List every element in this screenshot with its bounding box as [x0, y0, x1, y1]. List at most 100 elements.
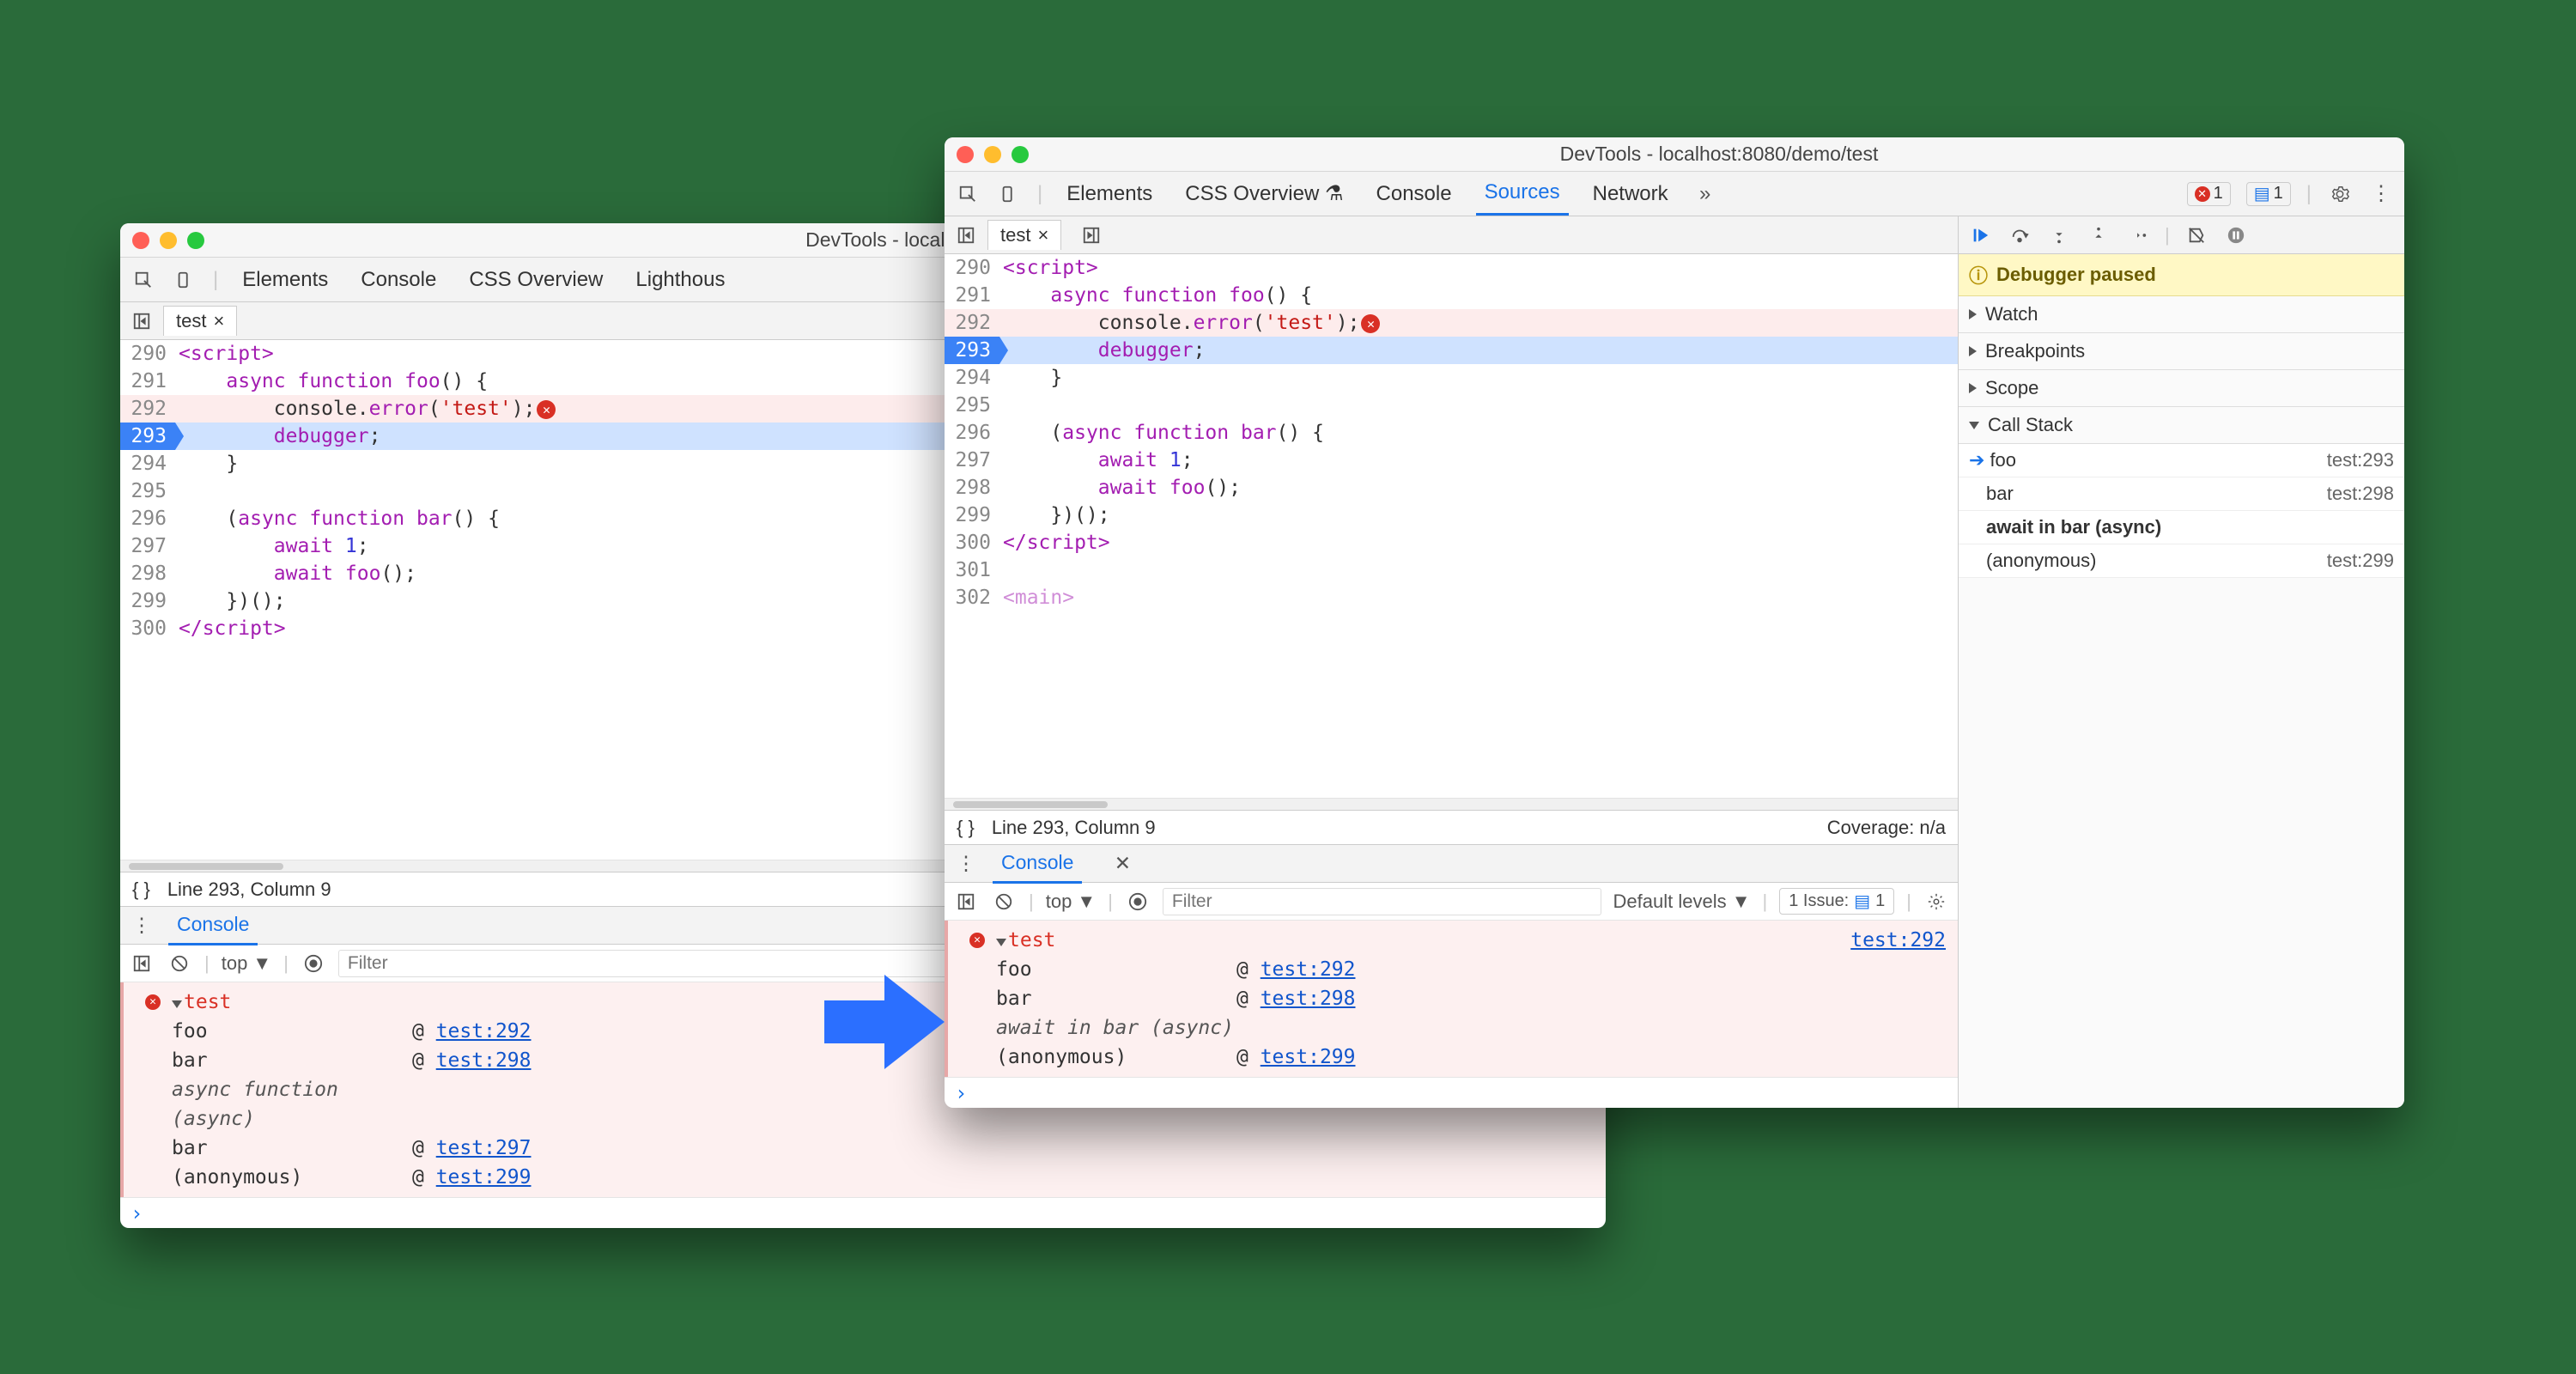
stack-frame-link[interactable]: test:292: [1261, 958, 1356, 981]
code-line[interactable]: 295: [945, 392, 1958, 419]
clear-console-icon[interactable]: [991, 889, 1017, 915]
stack-frame-row[interactable]: foo@ test:292: [958, 955, 1958, 984]
debugger-toggle-icon[interactable]: [1078, 222, 1104, 248]
tab-sources[interactable]: Sources: [1476, 172, 1569, 216]
section-scope[interactable]: Scope: [1959, 370, 2404, 407]
section-watch[interactable]: Watch: [1959, 296, 2404, 333]
device-icon[interactable]: [996, 181, 1022, 207]
levels-selector[interactable]: Default levels ▼: [1613, 891, 1751, 913]
code-line[interactable]: 299 })();: [945, 502, 1958, 529]
line-number[interactable]: 291: [945, 282, 999, 309]
pretty-print-icon[interactable]: { }: [132, 879, 150, 901]
console-settings-icon[interactable]: [1923, 889, 1949, 915]
expand-icon[interactable]: [172, 1000, 182, 1008]
drawer-tab-console[interactable]: Console: [168, 906, 258, 945]
stack-frame-link[interactable]: test:299: [436, 1166, 532, 1189]
stack-frame-row[interactable]: bar@ test:298: [958, 984, 1958, 1013]
inspect-icon[interactable]: [955, 181, 981, 207]
tab-css-overview[interactable]: CSS Overview ⚗: [1176, 173, 1352, 215]
deactivate-breakpoints-icon[interactable]: [2184, 222, 2209, 248]
line-number[interactable]: 293: [945, 337, 999, 364]
drawer-menu-icon[interactable]: ⋮: [953, 851, 979, 877]
line-number[interactable]: 299: [120, 587, 175, 615]
context-selector[interactable]: top ▼: [1046, 891, 1096, 913]
context-selector[interactable]: top ▼: [222, 952, 271, 975]
code-line[interactable]: 297 await 1;: [945, 447, 1958, 474]
horizontal-scrollbar[interactable]: [945, 798, 1958, 810]
line-number[interactable]: 292: [945, 309, 999, 337]
callstack-frame[interactable]: await in bar (async): [1959, 511, 2404, 544]
code-line[interactable]: 301: [945, 556, 1958, 584]
frame-location[interactable]: test:298: [2327, 483, 2394, 505]
tab-console[interactable]: Console: [1368, 173, 1461, 215]
minimize-icon[interactable]: [160, 232, 177, 249]
console-prompt[interactable]: ›: [945, 1077, 1958, 1108]
clear-console-icon[interactable]: [167, 951, 192, 976]
line-number[interactable]: 294: [945, 364, 999, 392]
code-line[interactable]: 292 console.error('test');✕: [945, 309, 1958, 337]
code-editor[interactable]: 290<script>291 async function foo() {292…: [945, 254, 1958, 798]
line-number[interactable]: 297: [945, 447, 999, 474]
line-number[interactable]: 298: [945, 474, 999, 502]
close-icon[interactable]: [132, 232, 149, 249]
tab-elements[interactable]: Elements: [234, 259, 337, 301]
stack-frame-row[interactable]: (anonymous)@ test:299: [958, 1043, 1958, 1072]
more-tabs-icon[interactable]: »: [1692, 181, 1718, 207]
stack-frame-link[interactable]: test:298: [1261, 988, 1356, 1010]
settings-icon[interactable]: [2327, 181, 2353, 207]
step-icon[interactable]: [2125, 222, 2151, 248]
line-number[interactable]: 290: [120, 340, 175, 368]
code-line[interactable]: 300</script>: [945, 529, 1958, 556]
line-number[interactable]: 296: [120, 505, 175, 532]
zoom-icon[interactable]: [1012, 146, 1029, 163]
line-number[interactable]: 295: [120, 477, 175, 505]
tab-css-overview[interactable]: CSS Overview: [460, 259, 611, 301]
code-line[interactable]: 291 async function foo() {: [945, 282, 1958, 309]
drawer-menu-icon[interactable]: ⋮: [129, 913, 155, 939]
tab-elements[interactable]: Elements: [1058, 173, 1161, 215]
line-number[interactable]: 293: [120, 423, 175, 450]
callstack-frame[interactable]: bartest:298: [1959, 477, 2404, 511]
close-drawer-icon[interactable]: ✕: [1109, 851, 1135, 877]
close-tab-icon[interactable]: ×: [1037, 224, 1048, 246]
close-tab-icon[interactable]: ×: [213, 310, 224, 332]
tab-network[interactable]: Network: [1584, 173, 1677, 215]
device-icon[interactable]: [172, 267, 197, 293]
frame-location[interactable]: test:299: [2327, 550, 2394, 572]
line-number[interactable]: 297: [120, 532, 175, 560]
expand-icon[interactable]: [996, 939, 1006, 946]
file-tab-test[interactable]: test ×: [987, 220, 1061, 250]
line-number[interactable]: 291: [120, 368, 175, 395]
line-number[interactable]: 292: [120, 395, 175, 423]
step-out-icon[interactable]: [2086, 222, 2111, 248]
console-output[interactable]: ✕testtest:292foo@ test:292bar@ test:298a…: [945, 921, 1958, 1077]
navigator-toggle-icon[interactable]: [129, 308, 155, 334]
line-number[interactable]: 300: [945, 529, 999, 556]
code-line[interactable]: 296 (async function bar() {: [945, 419, 1958, 447]
sidebar-toggle-icon[interactable]: [129, 951, 155, 976]
resume-icon[interactable]: [1967, 222, 1993, 248]
line-number[interactable]: 302: [945, 584, 999, 611]
stack-frame-link[interactable]: test:297: [436, 1137, 532, 1159]
stack-frame-row[interactable]: bar@ test:297: [134, 1134, 1606, 1163]
file-tab-test[interactable]: test ×: [163, 306, 237, 336]
line-number[interactable]: 299: [945, 502, 999, 529]
navigator-toggle-icon[interactable]: [953, 222, 979, 248]
tab-console[interactable]: Console: [352, 259, 445, 301]
code-line[interactable]: 302<main>: [945, 584, 1958, 611]
stack-frame-row[interactable]: (anonymous)@ test:299: [134, 1163, 1606, 1192]
kebab-menu-icon[interactable]: ⋮: [2368, 181, 2394, 207]
error-badge-icon[interactable]: ✕: [1361, 314, 1380, 333]
section-callstack[interactable]: Call Stack: [1959, 407, 2404, 444]
line-number[interactable]: 301: [945, 556, 999, 584]
line-number[interactable]: 290: [945, 254, 999, 282]
live-expression-icon[interactable]: [301, 951, 326, 976]
code-line[interactable]: 293 debugger;: [945, 337, 1958, 364]
callstack-frame[interactable]: (anonymous)test:299: [1959, 544, 2404, 578]
issues-count[interactable]: ▤1: [2246, 182, 2291, 206]
stack-frame-row[interactable]: await in bar (async): [958, 1013, 1958, 1043]
console-error-row[interactable]: ✕testtest:292: [958, 926, 1958, 955]
code-line[interactable]: 298 await foo();: [945, 474, 1958, 502]
line-number[interactable]: 296: [945, 419, 999, 447]
step-into-icon[interactable]: [2046, 222, 2072, 248]
